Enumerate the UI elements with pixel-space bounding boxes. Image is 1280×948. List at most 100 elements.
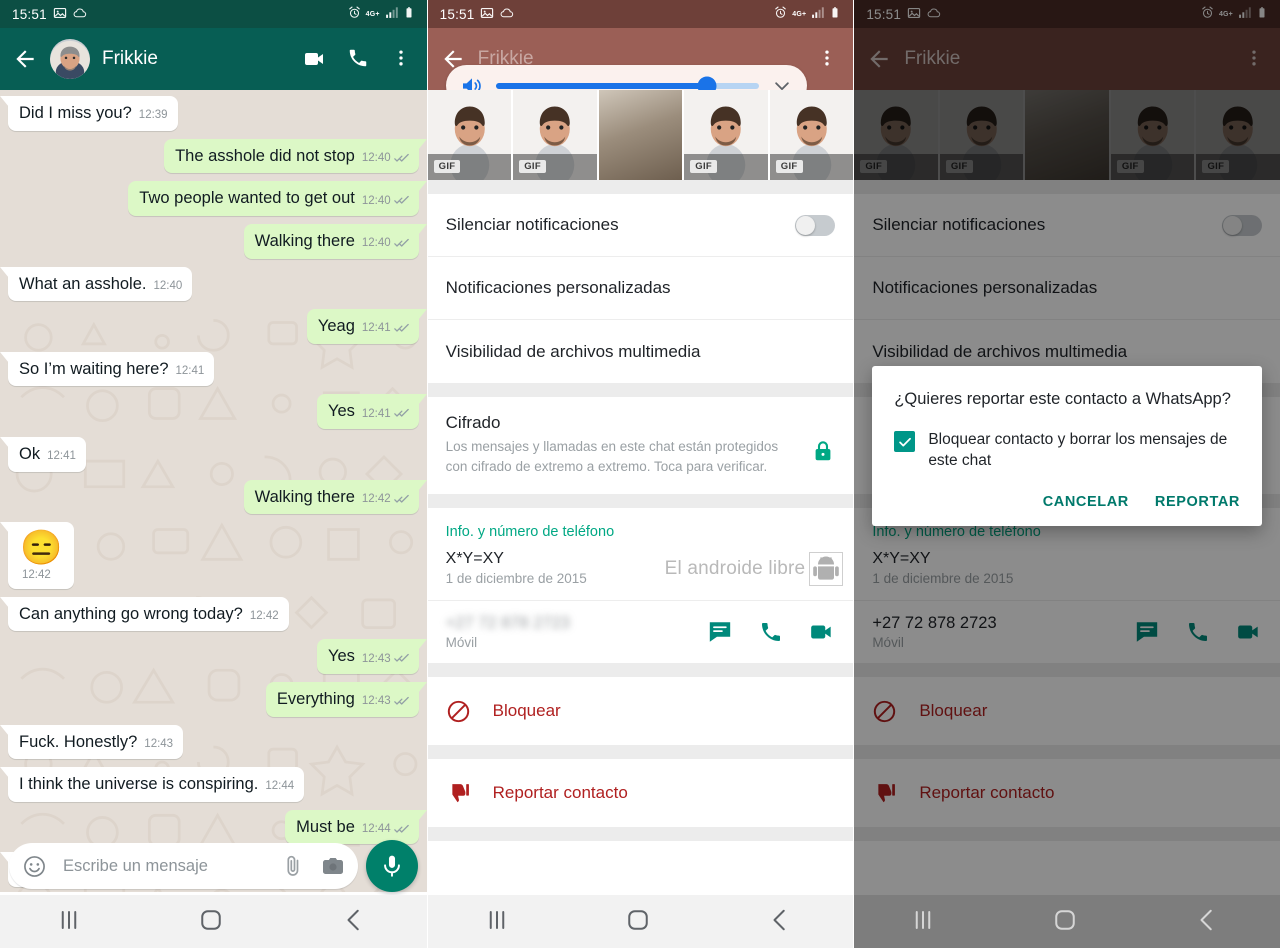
message-emoji: 😑 <box>20 529 63 568</box>
home-icon[interactable] <box>1050 905 1084 939</box>
message-text: Yes <box>327 647 355 666</box>
message-row[interactable]: So I’m waiting here? 12:41 <box>0 351 419 387</box>
settings-row[interactable]: Notificaciones personalizadas <box>427 257 854 320</box>
media-thumbnail[interactable]: GIF <box>513 90 599 180</box>
status-date: 1 de diciembre de 2015 <box>445 571 587 587</box>
recents-icon[interactable] <box>54 905 88 939</box>
delivered-ticks-icon <box>394 408 409 419</box>
gif-badge: GIF <box>690 160 717 173</box>
message-row[interactable]: Did I miss you? 12:39 <box>0 96 419 131</box>
message-row[interactable]: Walking there 12:40 <box>8 223 427 259</box>
avatar[interactable] <box>50 39 90 79</box>
message-timestamp: 12:43 <box>144 737 174 750</box>
voice-call-icon[interactable] <box>347 47 371 71</box>
message-meta: 12:41 <box>176 364 205 379</box>
paperclip-icon[interactable] <box>281 854 305 878</box>
message-bubble-outgoing[interactable]: The asshole did not stop 12:40 <box>164 138 427 174</box>
message-bubble-outgoing[interactable]: Everything 12:43 <box>265 681 427 717</box>
message-input-pill[interactable]: Escribe un mensaje <box>9 843 358 889</box>
message-row[interactable]: 😑 12:42 <box>0 522 419 589</box>
system-nav-bar <box>0 895 427 948</box>
back-icon[interactable] <box>1192 905 1226 939</box>
home-icon[interactable] <box>623 905 657 939</box>
image-icon <box>53 6 67 23</box>
message-bubble-incoming[interactable]: 😑 12:42 <box>0 522 75 589</box>
message-row[interactable]: Yes 12:43 <box>8 639 427 674</box>
home-icon[interactable] <box>196 905 230 939</box>
message-bubble-outgoing[interactable]: Yes 12:41 <box>316 394 427 429</box>
encryption-section[interactable]: Cifrado Los mensajes y llamadas en este … <box>427 397 854 495</box>
report-label: Reportar contacto <box>492 783 628 803</box>
message-bubble-incoming[interactable]: Can anything go wrong today? 12:42 <box>0 596 289 632</box>
message-row[interactable]: I think the universe is conspiring. 12:44 <box>0 767 419 802</box>
message-row[interactable]: Ok 12:41 <box>0 437 419 472</box>
message-bubble-outgoing[interactable]: Walking there 12:40 <box>243 223 427 259</box>
message-row[interactable]: Two people wanted to get out 12:40 <box>8 181 427 216</box>
report-button[interactable]: REPORTAR <box>1155 494 1240 510</box>
message-input[interactable]: Escribe un mensaje <box>57 857 271 876</box>
message-row[interactable]: What an asshole. 12:40 <box>0 266 419 302</box>
contact-app-bar: Frikkie <box>427 28 854 106</box>
video-call-icon[interactable] <box>303 47 327 71</box>
panel-contact-info: 15:51 4G+ Frikkie GIF GIF GIF GIF Silenc… <box>426 0 854 948</box>
message-bubble-incoming[interactable]: Ok 12:41 <box>0 437 86 472</box>
media-thumbnail[interactable]: GIF <box>427 90 514 180</box>
overflow-menu-icon[interactable] <box>391 47 415 71</box>
voice-call-icon[interactable] <box>759 620 783 644</box>
settings-row[interactable]: Visibilidad de archivos multimedia <box>428 320 854 383</box>
message-icon[interactable] <box>707 619 733 645</box>
message-bubble-incoming[interactable]: I think the universe is conspiring. 12:44 <box>0 767 305 802</box>
thumbs-down-icon <box>446 781 471 806</box>
message-bubble-incoming[interactable]: What an asshole. 12:40 <box>0 266 193 302</box>
recents-icon[interactable] <box>482 905 516 939</box>
message-row[interactable]: Yeag 12:41 <box>8 309 427 344</box>
message-meta: 12:41 <box>362 321 409 336</box>
message-timestamp: 12:42 <box>361 492 391 505</box>
camera-icon[interactable] <box>315 854 345 878</box>
media-thumbnail[interactable]: GIF <box>769 90 854 180</box>
phone-row[interactable]: +27 72 878 2723 Móvil <box>427 600 854 663</box>
message-row[interactable]: Yes 12:41 <box>8 394 427 429</box>
message-row[interactable]: Everything 12:43 <box>8 681 427 717</box>
recents-icon[interactable] <box>908 905 942 939</box>
microphone-button[interactable] <box>365 840 418 892</box>
dialog-checkbox-row[interactable]: Bloquear contacto y borrar los mensajes … <box>894 430 1240 472</box>
message-bubble-incoming[interactable]: So I’m waiting here? 12:41 <box>0 351 215 387</box>
message-row[interactable]: The asshole did not stop 12:40 <box>8 138 427 174</box>
media-thumbnail-photo[interactable] <box>598 90 685 180</box>
cloud-icon <box>500 6 514 23</box>
cancel-button[interactable]: CANCELAR <box>1043 494 1129 510</box>
message-text: Must be <box>296 817 355 836</box>
message-text: Yeag <box>317 317 355 336</box>
message-row[interactable]: Walking there 12:42 <box>8 479 427 515</box>
message-bubble-outgoing[interactable]: Yes 12:43 <box>316 639 427 674</box>
settings-row[interactable]: Silenciar notificaciones <box>427 194 854 257</box>
back-icon[interactable] <box>339 905 373 939</box>
overflow-menu-icon[interactable] <box>817 47 841 71</box>
message-bubble-incoming[interactable]: Fuck. Honestly? 12:43 <box>0 724 184 760</box>
signal-bars-icon <box>811 6 824 22</box>
chat-message-list[interactable]: Did I miss you? 12:39 The asshole did not … <box>0 90 427 892</box>
delivered-ticks-icon <box>394 824 409 835</box>
checkbox-checked-icon[interactable] <box>894 431 916 453</box>
video-call-icon[interactable] <box>809 619 835 645</box>
back-icon[interactable] <box>765 905 799 939</box>
message-bubble-outgoing[interactable]: Walking there 12:42 <box>243 479 427 515</box>
report-contact-row[interactable]: Reportar contacto <box>427 759 854 828</box>
block-contact-row[interactable]: Bloquear <box>427 677 854 746</box>
message-bubble-incoming[interactable]: Did I miss you? 12:39 <box>0 96 178 131</box>
message-row[interactable]: Can anything go wrong today? 12:42 <box>0 596 419 632</box>
volume-slider[interactable] <box>495 76 760 95</box>
message-bubble-outgoing[interactable]: Yeag 12:41 <box>306 309 427 344</box>
message-row[interactable]: Fuck. Honestly? 12:43 <box>0 724 419 760</box>
emoji-smiley-icon[interactable] <box>22 854 47 879</box>
message-text: What an asshole. <box>19 274 147 293</box>
status-bar-time: 15:51 <box>439 6 475 22</box>
back-arrow-icon[interactable] <box>12 46 38 72</box>
media-thumbnail-strip[interactable]: GIF GIF GIF GIF <box>427 90 854 180</box>
message-meta: 12:41 <box>362 407 409 422</box>
media-thumbnail[interactable]: GIF <box>684 90 770 180</box>
mute-notifications-toggle[interactable] <box>795 214 836 236</box>
message-bubble-outgoing[interactable]: Two people wanted to get out 12:40 <box>128 181 427 216</box>
message-timestamp: 12:40 <box>361 194 391 207</box>
